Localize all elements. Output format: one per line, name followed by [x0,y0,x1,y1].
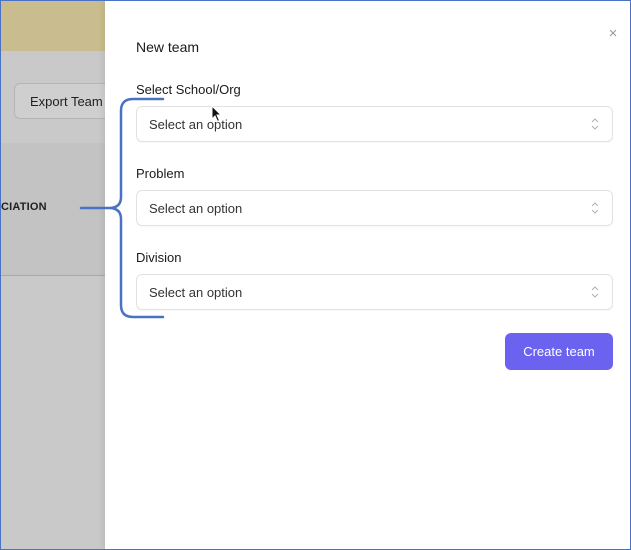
school-org-select[interactable]: Select an option [136,106,613,142]
school-org-placeholder: Select an option [149,117,243,132]
division-placeholder: Select an option [149,285,243,300]
create-team-button[interactable]: Create team [505,333,613,370]
screenshot-frame: Export Team CIATION New team × Select Sc… [0,0,631,550]
chevron-up-down-icon [591,118,599,130]
export-team-button: Export Team [14,83,119,119]
chevron-up-down-icon [591,286,599,298]
mouse-pointer-icon [211,105,223,123]
division-label: Division [136,250,182,265]
chevron-up-down-icon [591,202,599,214]
school-org-label: Select School/Org [136,82,241,97]
modal-title: New team [136,39,200,55]
division-select[interactable]: Select an option [136,274,613,310]
new-team-modal: New team × Select School/Org Select an o… [105,1,630,549]
background-topbar [1,1,105,51]
problem-placeholder: Select an option [149,201,243,216]
association-label: CIATION [1,201,47,213]
close-icon[interactable]: × [606,26,620,41]
problem-label: Problem [136,166,185,181]
problem-select[interactable]: Select an option [136,190,613,226]
background-app: Export Team CIATION [1,1,119,549]
